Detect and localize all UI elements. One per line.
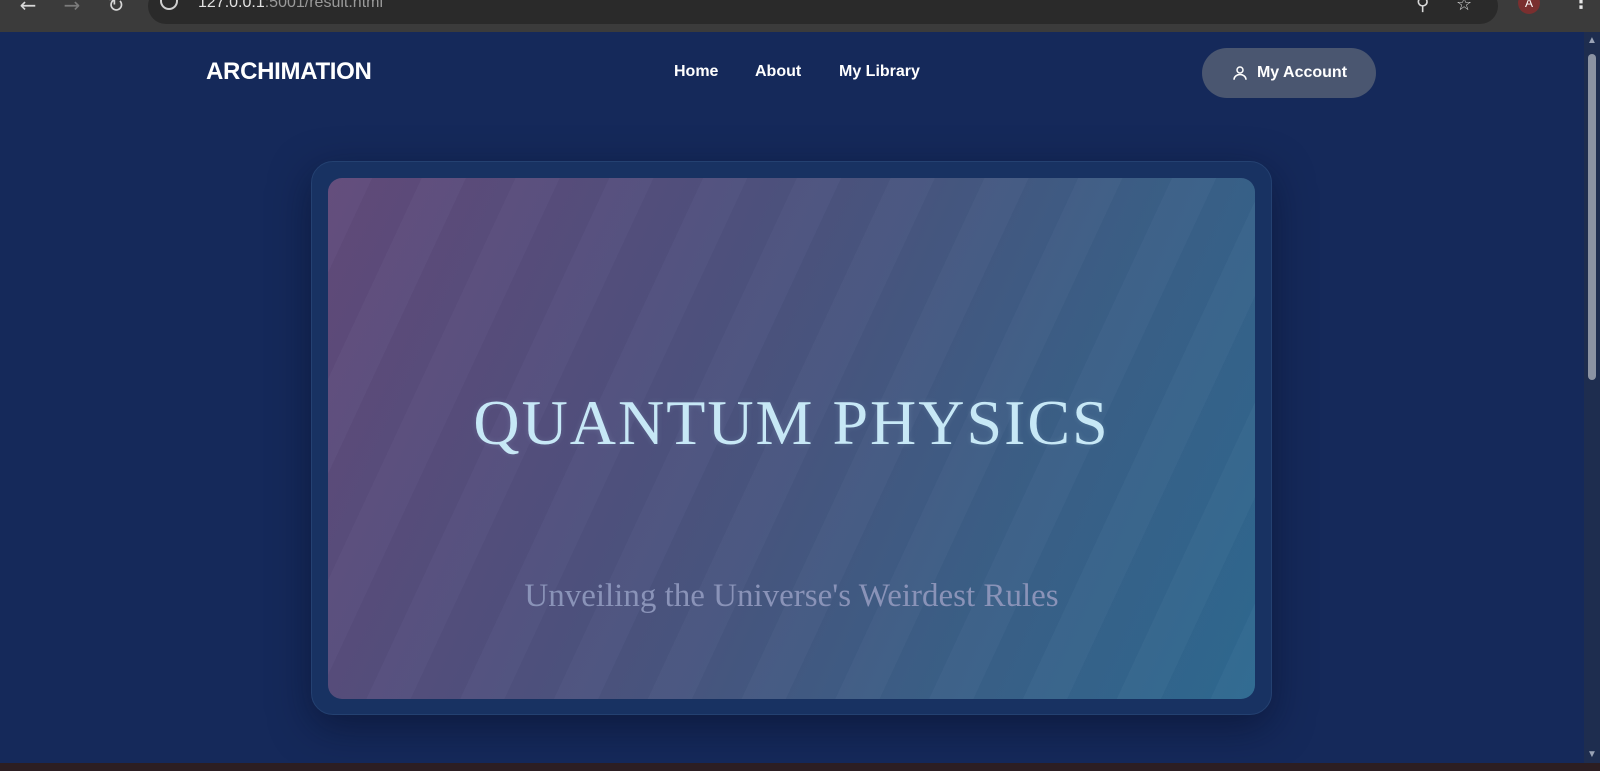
scroll-up-arrow-icon[interactable]: ▲ — [1584, 34, 1600, 48]
nav-about[interactable]: About — [755, 63, 801, 81]
hero-subtitle: Unveiling the Universe's Weirdest Rules — [524, 578, 1059, 614]
window-bottom-edge — [0, 763, 1600, 771]
browser-menu-icon[interactable]: ⋮ — [1572, 0, 1590, 11]
nav-home[interactable]: Home — [674, 63, 718, 81]
scroll-down-arrow-icon[interactable]: ▼ — [1584, 748, 1600, 762]
url-host: 127.0.0.1 — [198, 0, 265, 11]
hero-card: QUANTUM PHYSICS Unveiling the Universe's… — [328, 178, 1255, 699]
profile-avatar[interactable]: A — [1518, 0, 1540, 14]
user-icon — [1233, 66, 1247, 80]
forward-arrow-icon[interactable]: → — [60, 0, 84, 15]
browser-toolbar: ← → ↻ 127.0.0.1:5001/result.html ⚲ ☆ A ⋮ — [0, 0, 1600, 32]
address-bar-url[interactable]: 127.0.0.1:5001/result.html — [198, 0, 383, 12]
site-logo[interactable]: ARCHIMATION — [206, 58, 372, 86]
my-account-label: My Account — [1256, 64, 1348, 81]
back-arrow-icon[interactable]: ← — [16, 0, 40, 15]
zoom-icon[interactable]: ⚲ — [1416, 0, 1429, 14]
scrollbar-thumb[interactable] — [1588, 54, 1596, 380]
bookmark-star-icon[interactable]: ☆ — [1456, 0, 1472, 14]
nav-my-library[interactable]: My Library — [839, 63, 920, 81]
reload-icon[interactable]: ↻ — [104, 0, 128, 15]
hero-title: QUANTUM PHYSICS — [473, 387, 1110, 458]
my-account-button[interactable]: My Account — [1202, 48, 1376, 98]
url-path: :5001/result.html — [264, 0, 384, 11]
page-scrollbar[interactable]: ▲ ▼ — [1584, 32, 1600, 763]
